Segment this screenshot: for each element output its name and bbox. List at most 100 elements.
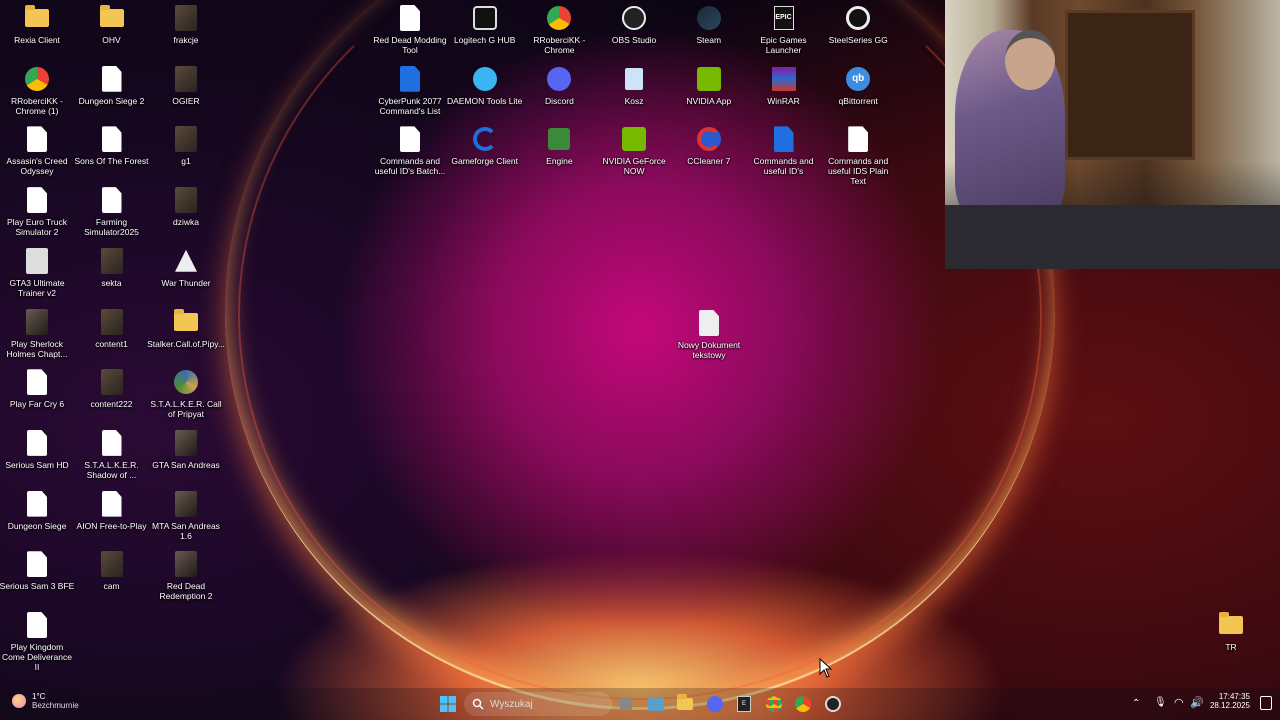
logitech-icon <box>472 5 498 31</box>
desktop-icon-rrobercikk-chrome-1[interactable]: RRoberciKK - Chrome (1) <box>0 66 75 116</box>
desktop-icon-cam[interactable]: cam <box>74 551 150 591</box>
desktop-icon-g1[interactable]: g1 <box>148 126 224 166</box>
desktop-icon-farming-simulator2025[interactable]: Farming Simulator2025 <box>74 187 150 237</box>
desktop-icon-tr-folder[interactable]: TR <box>1193 612 1269 652</box>
desktop-icon-new-text-document[interactable]: Nowy Dokument tekstowy <box>671 310 747 360</box>
desktop-icon-label: dziwka <box>173 217 199 228</box>
desktop-icon-logitech-g-hub[interactable]: Logitech G HUB <box>447 5 523 45</box>
desktop-icon-assasin-s-creed-odyssey[interactable]: Assasin's Creed Odyssey <box>0 126 75 176</box>
desktop-icon-content1[interactable]: content1 <box>74 308 150 349</box>
desktop-icon-steam[interactable]: Steam <box>671 5 747 45</box>
document-icon <box>99 187 125 214</box>
microphone-icon[interactable]: 🎙 <box>1154 697 1167 708</box>
desktop-icon-label: DAEMON Tools Lite <box>446 95 523 106</box>
desktop-icon-cyberpunk-2077-command-s-list[interactable]: CyberPunk 2077 Command's List <box>372 65 448 116</box>
desktop-icon-aion-free-to-play[interactable]: AION Free-to-Play <box>74 490 150 531</box>
desktop-icon-obs-studio[interactable]: OBS Studio <box>596 5 672 45</box>
desktop-icon-label: S.T.A.L.K.E.R. Shadow of ... <box>84 459 139 480</box>
desktop-icon-commands-and-useful-id-s[interactable]: Commands and useful ID's <box>746 126 822 176</box>
discord-taskbar-button[interactable] <box>703 692 727 716</box>
desktop-icon-play-kingdom-come-deliverance-ii[interactable]: Play Kingdom Come Deliverance II <box>0 612 75 672</box>
chrome-profile-taskbar-button[interactable] <box>791 692 815 716</box>
steam-icon <box>696 5 722 31</box>
nvidia-icon <box>696 66 722 92</box>
desktop-icon-epic-games-launcher[interactable]: EPIC Epic Games Launcher <box>746 5 822 55</box>
desktop-icon-rexia-client[interactable]: Rexia Client <box>0 5 75 45</box>
desktop-icon-ogier[interactable]: OGIER <box>148 65 224 106</box>
tray-chevron-up-icon[interactable]: ⌃ <box>1132 698 1140 709</box>
desktop-icon-label: CyberPunk 2077 Command's List <box>378 95 442 116</box>
desktop-icon-serious-sam-3-bfe[interactable]: Serious Sam 3 BFE <box>0 551 75 591</box>
chrome-taskbar-button[interactable] <box>762 692 786 716</box>
desktop-icon-sons-of-the-forest[interactable]: Sons Of The Forest <box>74 126 150 166</box>
desktop-icon-qbittorrent[interactable]: qb qBittorrent <box>820 66 896 106</box>
folder-icon <box>1218 612 1244 638</box>
desktop-icon-sekta[interactable]: sekta <box>74 247 150 288</box>
desktop-icon-engine[interactable]: Engine <box>521 126 597 166</box>
desktop-icon-play-far-cry-6[interactable]: Play Far Cry 6 <box>0 369 75 409</box>
desktop-icon-red-dead-redemption-2[interactable]: Red Dead Redemption 2 <box>148 551 224 601</box>
desktop-icon-ccleaner-7[interactable]: CCleaner 7 <box>671 126 747 166</box>
desktop-icon-winrar[interactable]: WinRAR <box>746 66 822 106</box>
webcam-head <box>1005 30 1055 90</box>
search-input[interactable]: Wyszukaj <box>464 692 612 716</box>
discord-icon <box>546 66 572 92</box>
weather-widget[interactable]: 1°C Bezchmurnie <box>12 692 79 710</box>
desktop-icon-nvidia-geforce-now[interactable]: NVIDIA GeForce NOW <box>596 126 672 176</box>
desktop-icon-s-t-a-l-k-e-r-shadow-of[interactable]: S.T.A.L.K.E.R. Shadow of ... <box>74 429 150 480</box>
desktop-icon-kosz[interactable]: Kosz <box>596 66 672 106</box>
image-icon <box>99 308 125 335</box>
engine-icon <box>546 126 572 152</box>
desktop-icon-play-euro-truck-simulator-2[interactable]: Play Euro Truck Simulator 2 <box>0 187 75 237</box>
desktop-icon-dziwka[interactable]: dziwka <box>148 187 224 227</box>
desktop-icon-mta-san-andreas-1-6[interactable]: MTA San Andreas 1.6 <box>148 490 224 541</box>
desktop-icon-label: cam <box>103 581 120 592</box>
epic-taskbar-button[interactable]: E <box>732 692 756 716</box>
desktop-icon-serious-sam-hd[interactable]: Serious Sam HD <box>0 429 75 470</box>
desktop-icon-dungeon-siege-2[interactable]: Dungeon Siege 2 <box>74 65 150 106</box>
volume-icon[interactable]: 🔊 <box>1190 696 1204 709</box>
desktop-icon-rrobercikk-chrome[interactable]: RRoberciKK - Chrome <box>521 5 597 55</box>
document-icon <box>99 65 125 92</box>
desktop-icon-dungeon-siege[interactable]: Dungeon Siege <box>0 490 75 531</box>
clock[interactable]: 17:47:35 28.12.2025 <box>1210 692 1250 710</box>
app-icon <box>24 247 50 274</box>
desktop-icon-gta-san-andreas[interactable]: GTA San Andreas <box>148 429 224 470</box>
desktop-icon-gameforge-client[interactable]: Gameforge Client <box>447 126 523 166</box>
wifi-icon[interactable]: ◠ <box>1174 696 1184 709</box>
task-view-icon <box>620 698 632 710</box>
image-icon <box>99 551 125 578</box>
desktop-icon-discord[interactable]: Discord <box>521 66 597 106</box>
desktop-icon-ohv[interactable]: OHV <box>74 5 150 45</box>
desktop-icon-gta3-ultimate-trainer-v2[interactable]: GTA3 Ultimate Trainer v2 <box>0 247 75 298</box>
desktop-icon-nvidia-app[interactable]: NVIDIA App <box>671 66 747 106</box>
start-button[interactable] <box>436 692 460 716</box>
desktop-icon-label: Kosz <box>624 95 644 106</box>
desktop-icon-commands-and-useful-id-s-batch[interactable]: Commands and useful ID's Batch... <box>372 126 448 176</box>
desktop-icon-daemon-tools-lite[interactable]: DAEMON Tools Lite <box>447 66 523 106</box>
desktop-icon-label: sekta <box>101 277 122 288</box>
task-view-button[interactable] <box>614 692 638 716</box>
desktop-icon-steelseries-gg[interactable]: SteelSeries GG <box>820 5 896 45</box>
desktop-icon-red-dead-modding-tool[interactable]: Red Dead Modding Tool <box>372 5 448 55</box>
desktop-icon-label: Play Euro Truck Simulator 2 <box>7 217 67 238</box>
weather-icon <box>12 694 26 708</box>
notification-icon[interactable] <box>1260 696 1272 710</box>
steelseries-taskbar-button[interactable] <box>821 692 845 716</box>
desktop-icon-play-sherlock-holmes-chapt[interactable]: Play Sherlock Holmes Chapt... <box>0 308 75 359</box>
document-icon <box>24 187 50 214</box>
file-explorer-button[interactable] <box>673 692 697 716</box>
daemon-icon <box>472 66 498 92</box>
desktop-icon-label: Play Sherlock Holmes Chapt... <box>6 338 68 359</box>
widgets-button[interactable] <box>644 692 668 716</box>
chrome-icon <box>766 696 782 712</box>
desktop-icon-s-t-a-l-k-e-r-call-of-pripyat[interactable]: S.T.A.L.K.E.R. Call of Pripyat <box>148 369 224 419</box>
game-icon <box>173 551 199 578</box>
desktop-icon-content222[interactable]: content222 <box>74 369 150 409</box>
desktop-icon-label: Assasin's Creed Odyssey <box>6 156 68 177</box>
desktop-icon-label: OHV <box>102 35 121 45</box>
desktop-icon-frakcje[interactable]: frakcje <box>148 5 224 45</box>
desktop-icon-commands-and-useful-ids-plain-text[interactable]: Commands and useful IDS Plain Text <box>820 126 896 186</box>
desktop-icon-war-thunder[interactable]: War Thunder <box>148 248 224 288</box>
desktop-icon-stalker-call-of-pipy[interactable]: Stalker.Call.of.Pipy... <box>147 308 225 349</box>
